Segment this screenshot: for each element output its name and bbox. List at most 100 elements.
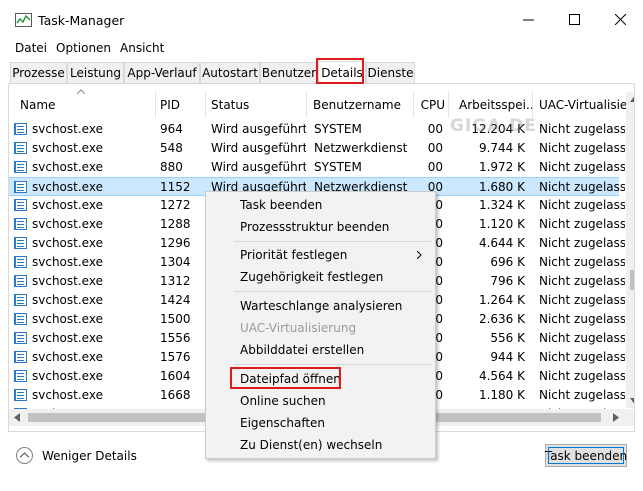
cell-uac: Nicht zugelasse [539, 369, 625, 383]
cell-username: Netzwerkdienst [314, 141, 408, 155]
cell-pid: 1312 [160, 274, 191, 288]
tab-leistung[interactable]: Leistung [67, 62, 124, 83]
cell-uac: Nicht zugelasse [539, 274, 625, 288]
menu-optionen[interactable]: Optionen [56, 41, 111, 55]
tab-app-verlauf[interactable]: App-Verlauf [124, 62, 200, 83]
cell-name: svchost.exe [32, 388, 103, 402]
less-details-link[interactable]: Weniger Details [42, 449, 137, 463]
less-details-toggle[interactable] [16, 447, 33, 464]
scroll-down-icon[interactable] [630, 398, 635, 404]
cell-uac: Nicht zugelasse [539, 388, 625, 402]
cell-uac: Nicht zugelasse [539, 350, 625, 364]
cell-name: svchost.exe [32, 312, 103, 326]
cell-uac: Nicht zugelasse [539, 160, 625, 174]
menu-item-abbilddatei-erstellen[interactable]: Abbilddatei erstellen [206, 339, 435, 361]
menu-item-uac-virtualisierung: UAC-Virtualisierung [240, 321, 357, 335]
cell-uac: Nicht zugelasse [539, 312, 625, 326]
cell-memory: 696 K [490, 255, 525, 269]
cell-status: Wird ausgeführt [211, 160, 306, 174]
menu-item-zugehoerigkeit-festlegen[interactable]: Zugehörigkeit festlegen [206, 266, 435, 288]
cell-name: svchost.exe [32, 122, 103, 136]
cell-name: svchost.exe [32, 293, 103, 307]
cell-memory: 1.324 K [478, 198, 525, 212]
menu-bar: Datei Optionen Ansicht [0, 38, 643, 60]
menu-ansicht[interactable]: Ansicht [120, 41, 164, 55]
column-header-username[interactable]: Benutzername [307, 92, 414, 118]
window-title: Task-Manager [38, 13, 125, 28]
cell-name: svchost.exe [32, 198, 103, 212]
tab-autostart[interactable]: Autostart [200, 62, 260, 83]
column-header-name[interactable]: Name [9, 92, 156, 118]
process-icon [14, 332, 27, 344]
task-manager-icon [15, 13, 32, 27]
cell-uac: Nicht zugelasse [539, 236, 625, 250]
cell-name: svchost.exe [32, 236, 103, 250]
cell-pid: 1576 [160, 350, 191, 364]
vertical-scrollbar[interactable] [626, 92, 635, 408]
tab-prozesse[interactable]: Prozesse [10, 62, 67, 83]
cell-status: Wird ausgeführt [211, 141, 306, 155]
process-icon [14, 256, 27, 268]
scroll-left-icon[interactable] [14, 413, 20, 422]
cell-pid: 1304 [160, 255, 191, 269]
scroll-up-icon[interactable] [630, 96, 635, 102]
cell-cpu: 00 [427, 122, 443, 136]
process-icon [14, 123, 27, 135]
cell-name: svchost.exe [32, 180, 103, 194]
process-icon [14, 275, 27, 287]
cell-name: svchost.exe [32, 160, 103, 174]
menu-item-eigenschaften[interactable]: Eigenschaften [206, 412, 435, 434]
cell-uac: Nicht zugelasse [539, 122, 625, 136]
maximize-button[interactable] [551, 0, 597, 38]
table-row[interactable]: svchost.exe 880 Wird ausgeführt SYSTEM 00 1.9… [9, 158, 625, 177]
column-header-pid[interactable]: PID [156, 92, 206, 118]
cell-pid: 1296 [160, 236, 191, 250]
menu-item-warteschlange-analysieren[interactable]: Warteschlange analysieren [206, 295, 435, 317]
menu-item-task-beenden[interactable]: Task beenden [206, 194, 435, 216]
chevron-up-icon [20, 452, 29, 458]
process-icon [14, 161, 27, 173]
cell-name: svchost.exe [32, 141, 103, 155]
menu-datei[interactable]: Datei [15, 41, 47, 55]
cell-memory: 796 K [490, 274, 525, 288]
process-icon [14, 199, 27, 211]
tab-benutzer[interactable]: Benutzer [260, 62, 318, 83]
cell-name: svchost.exe [32, 217, 103, 231]
cell-uac: Nicht zugelasse [539, 331, 625, 345]
end-task-button[interactable]: Task beenden [545, 444, 627, 467]
context-menu: Task beenden Prozessstruktur beenden Pri… [205, 191, 436, 459]
column-header-cpu[interactable]: CPU [414, 92, 449, 118]
column-header-memory[interactable]: Arbeitsspei... [449, 92, 533, 118]
process-icon [14, 218, 27, 230]
cell-name: svchost.exe [32, 350, 103, 364]
cell-username: SYSTEM [314, 160, 362, 174]
cell-name: svchost.exe [32, 331, 103, 345]
cell-name: svchost.exe [32, 274, 103, 288]
menu-separator [234, 241, 431, 242]
vertical-scroll-thumb[interactable] [630, 270, 634, 290]
cell-cpu: 00 [427, 141, 443, 155]
tab-dienste[interactable]: Dienste [366, 62, 415, 83]
cell-pid: 880 [160, 160, 183, 174]
menu-item-prozessstruktur-beenden[interactable]: Prozessstruktur beenden [206, 216, 435, 238]
details-tab-highlight [316, 58, 364, 84]
title-bar[interactable]: Task-Manager [0, 0, 643, 38]
close-button[interactable] [597, 0, 643, 38]
minimize-button[interactable] [505, 0, 551, 38]
cell-memory: 556 K [490, 331, 525, 345]
cell-pid: 1288 [160, 217, 191, 231]
process-icon [14, 351, 27, 363]
column-header-uac[interactable]: UAC-Virtualisier [533, 92, 626, 118]
cell-pid: 1152 [160, 180, 191, 194]
table-row[interactable]: svchost.exe 548 Wird ausgeführt Netzwerkdie… [9, 139, 625, 158]
cell-memory: 1.180 K [478, 388, 525, 402]
cell-pid: 1500 [160, 312, 191, 326]
column-header-status[interactable]: Status [206, 92, 307, 118]
scroll-right-icon[interactable] [613, 413, 619, 422]
cell-memory: 1.120 K [478, 217, 525, 231]
menu-item-prioritaet-festlegen[interactable]: Priorität festlegen [206, 244, 435, 266]
cell-memory: 9.744 K [478, 141, 525, 155]
cell-pid: 964 [160, 122, 183, 136]
menu-item-online-suchen[interactable]: Online suchen [206, 390, 435, 412]
minimize-icon [522, 19, 534, 20]
